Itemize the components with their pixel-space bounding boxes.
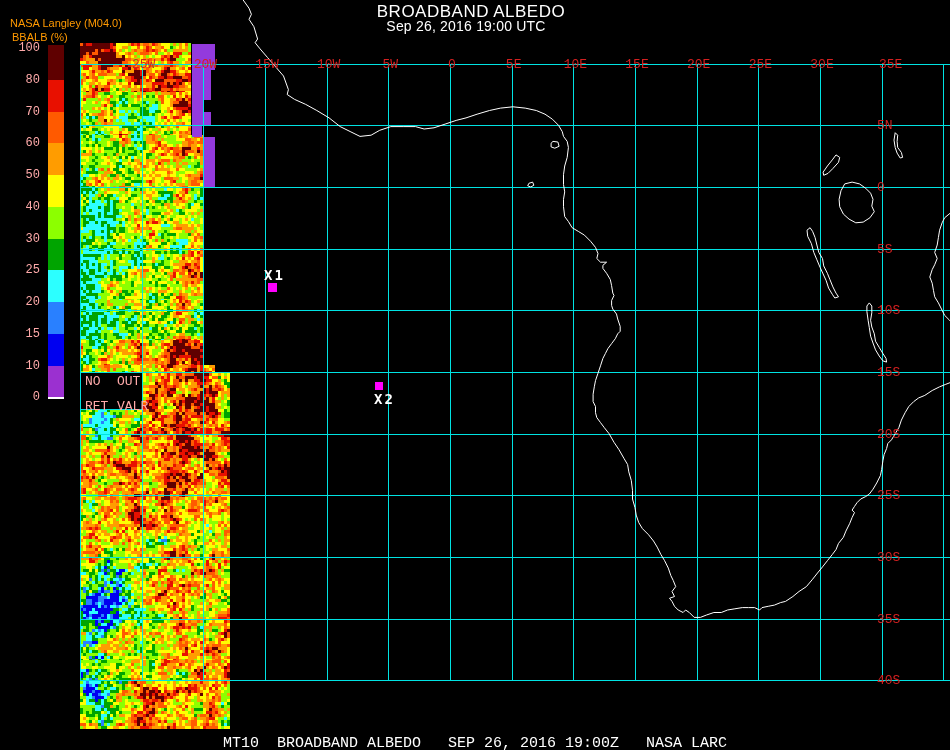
point-marker <box>375 382 383 390</box>
lake-outline <box>823 155 840 175</box>
lon-tick-label: 20W <box>194 57 217 72</box>
lon-tick-label: 15E <box>625 57 648 72</box>
legend-out-label: OUT <box>117 374 140 389</box>
colorbar-segment <box>48 270 64 302</box>
colorbar-segment <box>48 334 64 366</box>
colorbar-segment <box>48 207 64 239</box>
footer-caption: MT10 BROADBAND ALBEDO SEP 26, 2016 19:00… <box>223 735 727 750</box>
colorbar-segment <box>48 175 64 207</box>
lat-tick-label: 25S <box>877 488 900 503</box>
lat-tick-label: 5N <box>877 118 893 133</box>
lat-tick-label: 15S <box>877 365 900 380</box>
lon-tick-label: 30E <box>810 57 833 72</box>
marker-label: X2 <box>374 391 395 407</box>
lon-tick-label: 10W <box>317 57 340 72</box>
colorbar-tick-label: 50 <box>6 168 40 182</box>
colorbar-tick-label: 25 <box>6 263 40 277</box>
colorbar-segment <box>48 112 64 144</box>
lake-outline <box>551 141 559 148</box>
lon-tick-label: 20E <box>687 57 710 72</box>
page-subtitle: Sep 26, 2016 19:00 UTC <box>0 18 932 34</box>
colorbar-endcap <box>48 397 64 399</box>
colorbar-tick-label: 40 <box>6 200 40 214</box>
colorbar-segment <box>48 302 64 334</box>
lon-tick-label: 5W <box>383 57 399 72</box>
lake-outline <box>528 182 534 187</box>
lake-outline <box>839 182 874 223</box>
colorbar-tick-label: 80 <box>6 73 40 87</box>
lat-tick-label: 0 <box>877 180 885 195</box>
lon-tick-label: 10E <box>564 57 587 72</box>
albedo-map: BROADBAND ALBEDO Sep 26, 2016 19:00 UTC … <box>0 0 950 750</box>
lat-tick-label: 30S <box>877 550 900 565</box>
lat-tick-label: 5S <box>877 242 893 257</box>
colorbar-segment <box>48 239 64 271</box>
colorbar-tick-label: 30 <box>6 232 40 246</box>
lat-tick-label: 35S <box>877 612 900 627</box>
lon-tick-label: 15W <box>255 57 278 72</box>
coastline <box>243 0 950 617</box>
nodata-legend-box: NO OUT RET VALR <box>80 372 143 410</box>
legend-valr-label: VALR <box>117 399 148 414</box>
lat-tick-label: 20S <box>877 427 900 442</box>
colorbar-segment <box>48 143 64 175</box>
colorbar-segment <box>48 80 64 112</box>
coastline <box>930 212 950 323</box>
colorbar-tick-label: 20 <box>6 295 40 309</box>
credit-label: NASA Langley (M04.0) <box>10 17 122 29</box>
lon-tick-label: 0 <box>448 57 456 72</box>
colorbar-tick-label: 70 <box>6 105 40 119</box>
colorbar-segment <box>48 45 64 80</box>
lon-tick-label: 25E <box>749 57 772 72</box>
colorbar-tick-label: 15 <box>6 327 40 341</box>
colorbar-tick-label: 60 <box>6 136 40 150</box>
lat-tick-label: 40S <box>877 673 900 688</box>
legend-ret-label: RET <box>85 399 108 414</box>
lat-tick-label: 10S <box>877 303 900 318</box>
colorbar-tick-label: 10 <box>6 359 40 373</box>
lake-outline <box>894 133 903 158</box>
point-marker <box>268 283 277 292</box>
colorbar-segment <box>48 366 64 398</box>
legend-no-label: NO <box>85 374 101 389</box>
colorbar-tick-label: 100 <box>6 41 40 55</box>
lon-tick-label: 5E <box>506 57 522 72</box>
lon-tick-label: 25W <box>132 57 155 72</box>
lon-tick-label: 35E <box>879 57 902 72</box>
lake-outline <box>807 228 839 298</box>
marker-label: X1 <box>264 267 285 283</box>
colorbar-tick-label: 0 <box>6 390 40 404</box>
